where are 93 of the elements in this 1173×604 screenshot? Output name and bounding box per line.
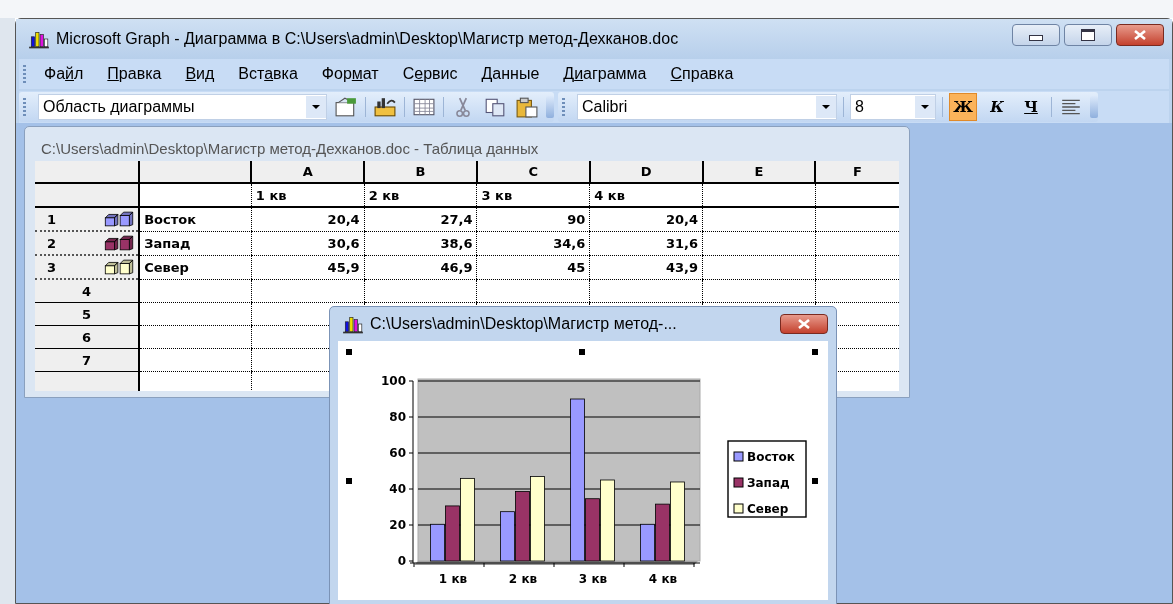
table-cell: 4 кв: [594, 187, 625, 203]
table-cell: 27,4: [440, 211, 473, 227]
caret-icon: [312, 105, 320, 109]
axis-label: 60: [389, 446, 406, 460]
table-cell: 3 кв: [481, 187, 513, 203]
menu-item[interactable]: Справка: [658, 63, 746, 85]
axis-label: 3 кв: [578, 572, 608, 586]
table-cell: 34,6: [553, 235, 586, 251]
bar: [500, 511, 515, 562]
table-icon[interactable]: [411, 96, 437, 118]
table-cell: 20,4: [666, 211, 699, 227]
menu-item[interactable]: Сервис: [390, 63, 470, 85]
column-header[interactable]: A: [251, 161, 365, 183]
menu-item[interactable]: Данные: [469, 63, 552, 85]
font-dropdown[interactable]: Calibri: [577, 94, 837, 120]
caret-icon: [822, 105, 830, 109]
table-cell: 45,9: [327, 259, 360, 275]
table-cell: 90: [567, 211, 586, 227]
chart-icon: [28, 29, 50, 49]
minimize-button[interactable]: [1012, 24, 1060, 46]
row-number[interactable]: 6: [82, 329, 92, 345]
font-size-dropdown[interactable]: 8: [850, 94, 936, 120]
toolbar-grip[interactable]: [23, 65, 26, 83]
table-cell: Восток: [144, 211, 197, 227]
row-number[interactable]: 2: [47, 235, 57, 251]
bold-button[interactable]: Ж: [949, 93, 977, 121]
toolbar-options-icon[interactable]: [1090, 96, 1098, 118]
table-cell: 31,6: [666, 235, 699, 251]
column-header[interactable]: D: [589, 161, 703, 183]
table-cell: Север: [144, 259, 189, 275]
toolbar-grip[interactable]: [562, 98, 565, 116]
legend-label: Запад: [747, 476, 790, 490]
close-icon: [796, 319, 812, 329]
table-cell: 38,6: [440, 235, 473, 251]
axis-label: 80: [389, 410, 406, 424]
selection-handle[interactable]: [346, 349, 352, 355]
table-cell: 45: [567, 259, 586, 275]
legend-label: Север: [747, 502, 789, 516]
table-cell: 43,9: [666, 259, 699, 275]
menu-item[interactable]: Файл: [32, 63, 96, 85]
selection-handle[interactable]: [812, 478, 818, 484]
menu-item[interactable]: Формат: [309, 63, 391, 85]
caret-icon: [921, 105, 929, 109]
selection-handle[interactable]: [812, 349, 818, 355]
axis-label: 4 кв: [648, 572, 678, 586]
close-icon: [1132, 30, 1148, 40]
table-cell: 30,6: [327, 235, 360, 251]
close-button[interactable]: [780, 314, 828, 334]
axis-label: 1 кв: [438, 572, 468, 586]
axis-label: 0: [397, 554, 406, 568]
menu-item[interactable]: Правка: [95, 63, 174, 85]
chart-objects-dropdown[interactable]: Область диаграммы: [38, 94, 327, 120]
column-header[interactable]: B: [364, 161, 477, 183]
table-cell: 2 кв: [368, 187, 400, 203]
legend-swatch: [733, 477, 744, 488]
menu-item[interactable]: Диаграмма: [551, 63, 659, 85]
table-cell: 20,4: [327, 211, 360, 227]
close-button[interactable]: [1116, 24, 1164, 46]
format-icon[interactable]: [333, 96, 359, 118]
axis-label: 40: [389, 482, 406, 496]
column-header[interactable]: E: [702, 161, 816, 183]
column-header[interactable]: C: [477, 161, 590, 183]
maximize-button[interactable]: [1064, 24, 1112, 46]
underline-button[interactable]: Ч: [1017, 93, 1045, 121]
axis-label: 2 кв: [508, 572, 538, 586]
selection-handle[interactable]: [346, 478, 352, 484]
import-icon[interactable]: [372, 96, 398, 118]
bar: [515, 491, 530, 562]
toolbar-grip[interactable]: [23, 98, 26, 116]
window-title: Microsoft Graph - Диаграмма в C:\Users\admin\Desktop\Магистр метод-Дехканов.doc: [56, 30, 679, 48]
row-number[interactable]: 7: [82, 352, 92, 368]
column-header[interactable]: F: [815, 161, 899, 183]
legend-swatch: [733, 451, 744, 462]
axis-label: 100: [380, 374, 406, 388]
axis-label: 20: [389, 518, 406, 532]
row-number[interactable]: 5: [82, 306, 92, 322]
row-number[interactable]: 3: [47, 259, 57, 275]
table-cell: 46,9: [440, 259, 473, 275]
paste-icon[interactable]: [514, 96, 540, 118]
window-title: C:\Users\admin\Desktop\Магистр метод-...: [370, 315, 677, 333]
row-number[interactable]: 1: [47, 211, 57, 227]
window-title: C:\Users\admin\Desktop\Магистр метод-Дехканов.doc - Таблица данных: [40, 139, 540, 159]
table-cell: Запад: [144, 235, 191, 251]
menu-item[interactable]: Вставка: [226, 63, 310, 85]
legend-swatch: [733, 503, 744, 514]
row-number[interactable]: 4: [82, 283, 92, 299]
chart-icon: [342, 314, 364, 334]
menu-item[interactable]: Вид: [173, 63, 227, 85]
italic-button[interactable]: К: [983, 93, 1011, 121]
table-cell: 1 кв: [255, 187, 287, 203]
legend-label: Восток: [747, 450, 795, 464]
selection-handle[interactable]: [579, 349, 585, 355]
toolbar-options-icon[interactable]: [546, 96, 554, 118]
